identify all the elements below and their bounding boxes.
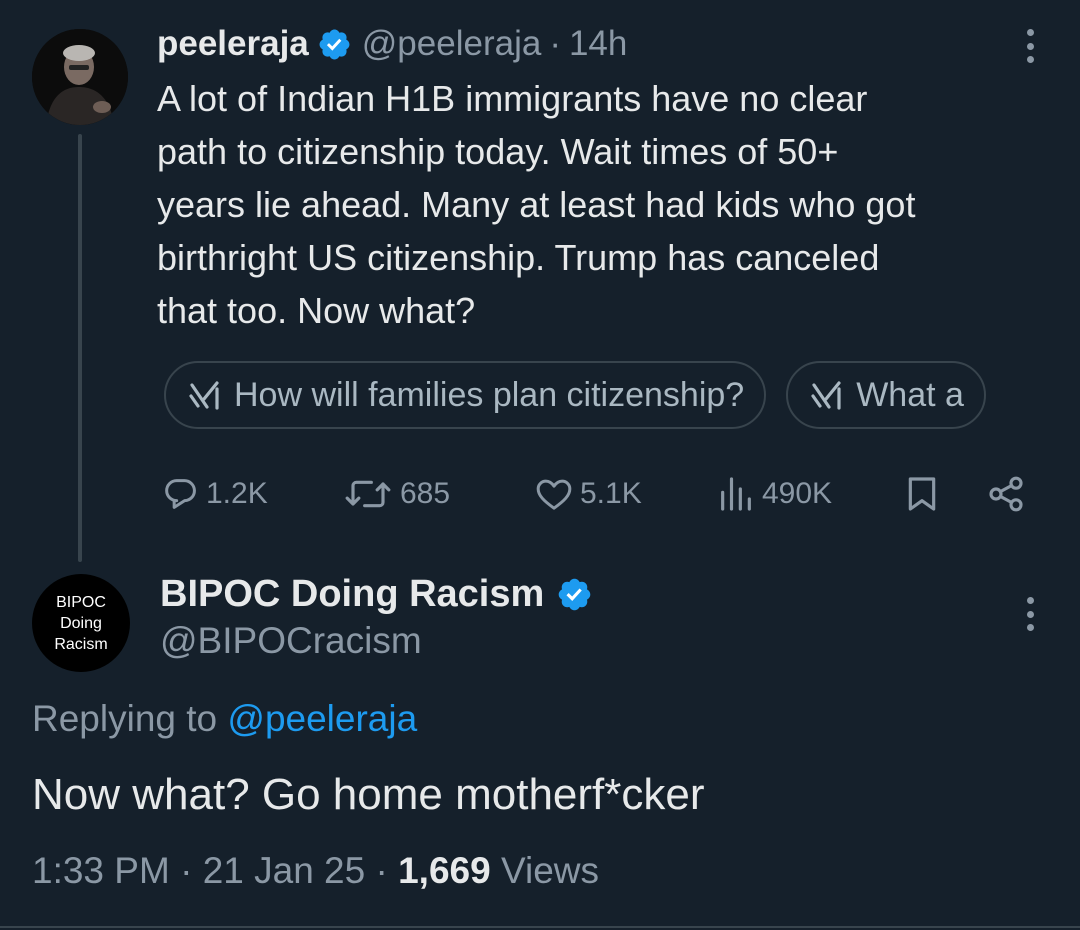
views-icon bbox=[721, 477, 751, 511]
avatar-text-line: Racism bbox=[54, 635, 108, 653]
bookmark-button[interactable] bbox=[902, 468, 942, 520]
reply-author-name-row: BIPOC Doing Racism bbox=[160, 570, 603, 618]
verified-badge-icon bbox=[558, 578, 591, 610]
divider bbox=[0, 926, 1080, 928]
share-button[interactable] bbox=[986, 468, 1026, 520]
separator: · bbox=[180, 850, 193, 891]
tweet-text: A lot of Indian H1B immigrants have no c… bbox=[157, 78, 916, 331]
avatar-text-line: BIPOC bbox=[56, 593, 106, 611]
reply-button[interactable]: 1.2K bbox=[160, 468, 268, 520]
grok-prompt-row: How will families plan citizenship? What… bbox=[164, 361, 1049, 433]
reply-icon bbox=[165, 479, 196, 509]
replying-to-label: Replying to bbox=[32, 698, 218, 739]
reply-author-display-name[interactable]: BIPOC Doing Racism bbox=[160, 573, 544, 616]
replying-to-mention[interactable]: @peeleraja bbox=[227, 698, 417, 739]
separator: · bbox=[549, 24, 561, 63]
views-button[interactable]: 490K bbox=[716, 468, 832, 520]
reply-tweet-text: Now what? Go home motherf*cker bbox=[32, 770, 705, 819]
grok-prompt-label: What a bbox=[856, 375, 964, 414]
reply-time[interactable]: 1:33 PM bbox=[32, 850, 170, 891]
grok-prompt-chip[interactable]: What a bbox=[786, 361, 986, 429]
grok-icon bbox=[189, 381, 219, 410]
reply-views-label: Views bbox=[500, 850, 600, 891]
like-count: 5.1K bbox=[580, 477, 642, 510]
like-icon bbox=[536, 479, 572, 510]
tweet-timestamp[interactable]: 14h bbox=[569, 24, 627, 64]
reply-avatar[interactable]: BIPOC Doing Racism bbox=[32, 574, 130, 672]
reply-author-handle[interactable]: @BIPOCracism bbox=[160, 620, 422, 662]
retweet-button[interactable]: 685 bbox=[342, 468, 450, 520]
bookmark-icon bbox=[908, 477, 936, 511]
verified-badge-icon bbox=[319, 29, 350, 59]
reply-count: 1.2K bbox=[206, 477, 268, 510]
tweet-thread: peeleraja @peeleraja · 14h A lot of Indi… bbox=[0, 0, 1080, 930]
author-display-name[interactable]: peeleraja bbox=[157, 24, 309, 64]
avatar[interactable] bbox=[32, 29, 128, 125]
tweet-meta: 1:33 PM · 21 Jan 25 · 1,669 Views bbox=[32, 850, 599, 892]
author-handle[interactable]: @peeleraja bbox=[362, 24, 542, 64]
grok-prompt-chip[interactable]: How will families plan citizenship? bbox=[164, 361, 767, 429]
retweet-icon bbox=[345, 480, 391, 508]
reply-date[interactable]: 21 Jan 25 bbox=[203, 850, 366, 891]
tweet-header: peeleraja @peeleraja · 14h bbox=[157, 22, 627, 66]
replying-to: Replying to @peeleraja bbox=[32, 698, 417, 740]
share-icon bbox=[989, 476, 1023, 512]
thread-connector bbox=[78, 134, 82, 562]
tweet-actions: 1.2K 685 5.1K 490K bbox=[160, 468, 1030, 520]
views-count: 490K bbox=[762, 477, 833, 510]
avatar-photo bbox=[32, 29, 128, 125]
reply-views-count: 1,669 bbox=[398, 850, 491, 891]
grok-icon bbox=[811, 381, 841, 410]
avatar-text-line: Doing bbox=[60, 614, 102, 632]
grok-prompt-label: How will families plan citizenship? bbox=[234, 375, 745, 414]
more-options-icon[interactable] bbox=[1026, 597, 1034, 631]
separator: · bbox=[375, 850, 388, 891]
retweet-count: 685 bbox=[400, 477, 451, 510]
more-options-icon[interactable] bbox=[1026, 29, 1034, 63]
like-button[interactable]: 5.1K bbox=[534, 468, 642, 520]
